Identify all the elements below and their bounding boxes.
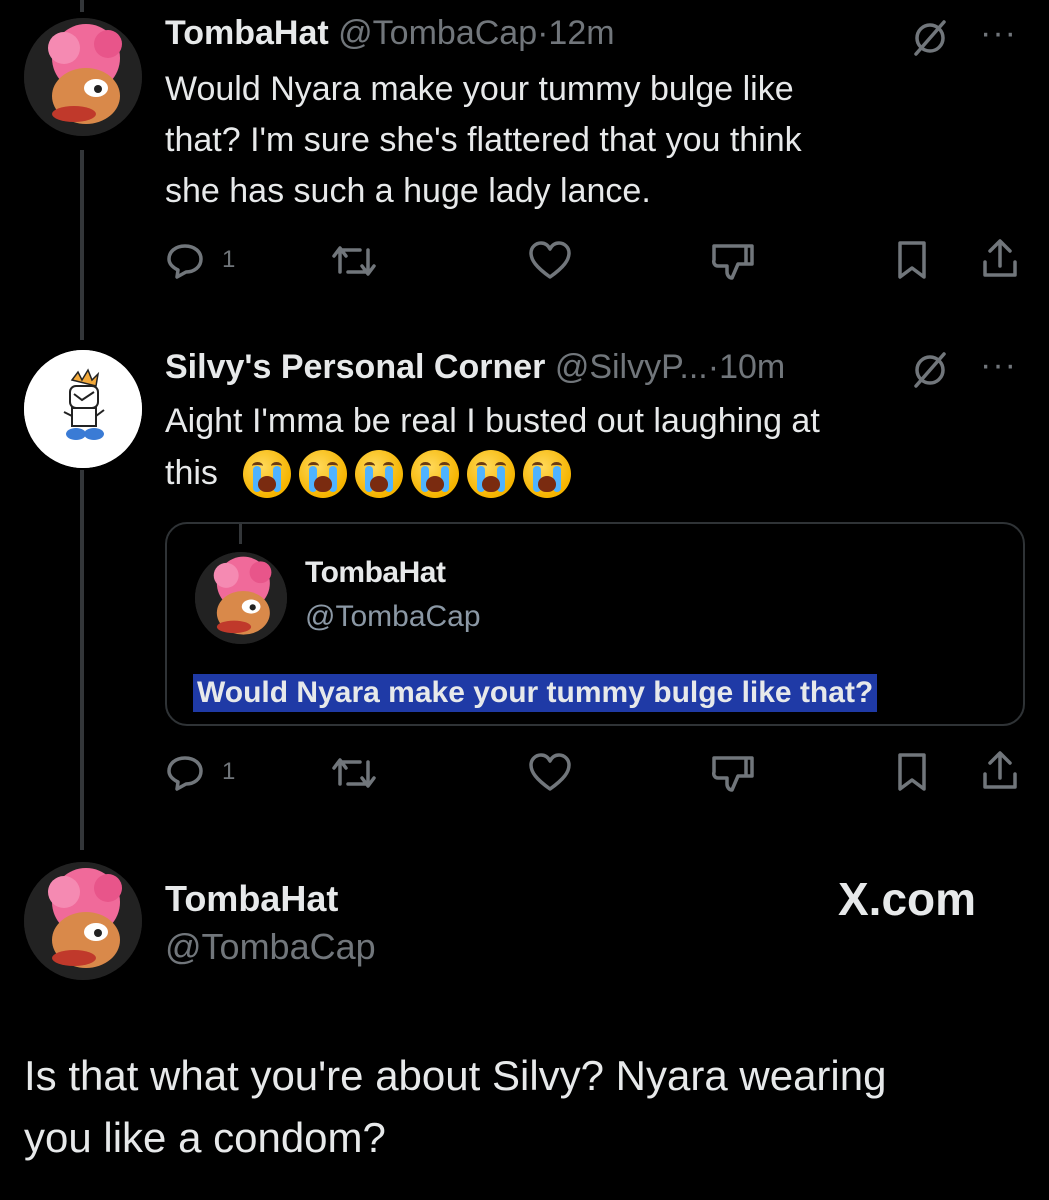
avatar[interactable] xyxy=(24,862,142,980)
quote-thread-line xyxy=(239,524,242,544)
thread-line-2 xyxy=(80,470,84,850)
timestamp[interactable]: ·10m xyxy=(708,348,785,386)
tweet-header: Silvy's Personal Corner @SilvyP...·10m xyxy=(165,348,785,387)
grok-icon[interactable] xyxy=(910,18,950,58)
tweet-text-line-1: Aight I'mma be real I busted out laughin… xyxy=(165,402,820,440)
handle[interactable]: @SilvyP... xyxy=(555,348,708,386)
reply-icon[interactable] xyxy=(165,240,205,280)
reply-count: 1 xyxy=(222,246,236,273)
avatar[interactable] xyxy=(24,350,142,468)
tweet-text-line-2: that? I'm sure she's flattered that you … xyxy=(165,121,802,159)
tweet-text-line-3: she has such a huge lady lance. xyxy=(165,172,651,210)
share-icon[interactable] xyxy=(980,750,1020,792)
timestamp[interactable]: ·12m xyxy=(537,14,614,52)
bookmark-icon[interactable] xyxy=(895,240,929,280)
loudly-crying-face-icon xyxy=(299,450,347,498)
silvy-avatar-icon xyxy=(24,350,142,468)
quote-avatar xyxy=(195,552,287,644)
loudly-crying-face-icon xyxy=(523,450,571,498)
share-icon[interactable] xyxy=(980,238,1020,280)
thread-line-top xyxy=(80,0,84,12)
x-com-watermark: X.com xyxy=(838,873,977,925)
quote-display-name: TombaHat xyxy=(305,556,446,589)
tweet-text-line-2: this xyxy=(165,454,218,492)
tweet-text-line-1: Would Nyara make your tummy bulge like xyxy=(165,70,794,108)
grok-icon[interactable] xyxy=(910,350,950,390)
avatar[interactable] xyxy=(24,18,142,136)
loudly-crying-face-icon xyxy=(411,450,459,498)
dislike-icon[interactable] xyxy=(710,752,756,794)
reply-icon[interactable] xyxy=(165,752,205,792)
main-tweet-text-line-2: you like a condom? xyxy=(24,1114,386,1161)
more-menu-button[interactable]: ··· xyxy=(980,346,1017,385)
handle[interactable]: @TombaCap xyxy=(165,926,376,968)
crying-emoji-row xyxy=(243,450,571,498)
tomba-avatar-icon xyxy=(24,18,142,136)
tomba-avatar-icon xyxy=(195,552,287,644)
loudly-crying-face-icon xyxy=(243,450,291,498)
like-icon[interactable] xyxy=(528,240,572,280)
tweet-header: TombaHat @TombaCap·12m xyxy=(165,14,615,53)
quote-handle: @TombaCap xyxy=(305,600,481,633)
like-icon[interactable] xyxy=(528,752,572,792)
handle[interactable]: @TombaCap xyxy=(338,14,537,52)
reply-count: 1 xyxy=(222,758,236,785)
quote-highlighted-text: Would Nyara make your tummy bulge like t… xyxy=(193,674,878,712)
retweet-icon[interactable] xyxy=(330,242,378,280)
display-name[interactable]: Silvy's Personal Corner xyxy=(165,348,545,386)
quoted-image-card[interactable]: TombaHat @TombaCap Would Nyara make your… xyxy=(165,522,1025,726)
tomba-avatar-icon xyxy=(24,862,142,980)
thread-line-1 xyxy=(80,150,84,340)
main-tweet-text-line-1: Is that what you're about Silvy? Nyara w… xyxy=(24,1052,887,1099)
retweet-icon[interactable] xyxy=(330,754,378,792)
display-name[interactable]: TombaHat xyxy=(165,878,338,920)
bookmark-icon[interactable] xyxy=(895,752,929,792)
dislike-icon[interactable] xyxy=(710,240,756,282)
loudly-crying-face-icon xyxy=(467,450,515,498)
display-name[interactable]: TombaHat xyxy=(165,14,329,52)
loudly-crying-face-icon xyxy=(355,450,403,498)
more-menu-button[interactable]: ··· xyxy=(980,14,1017,53)
